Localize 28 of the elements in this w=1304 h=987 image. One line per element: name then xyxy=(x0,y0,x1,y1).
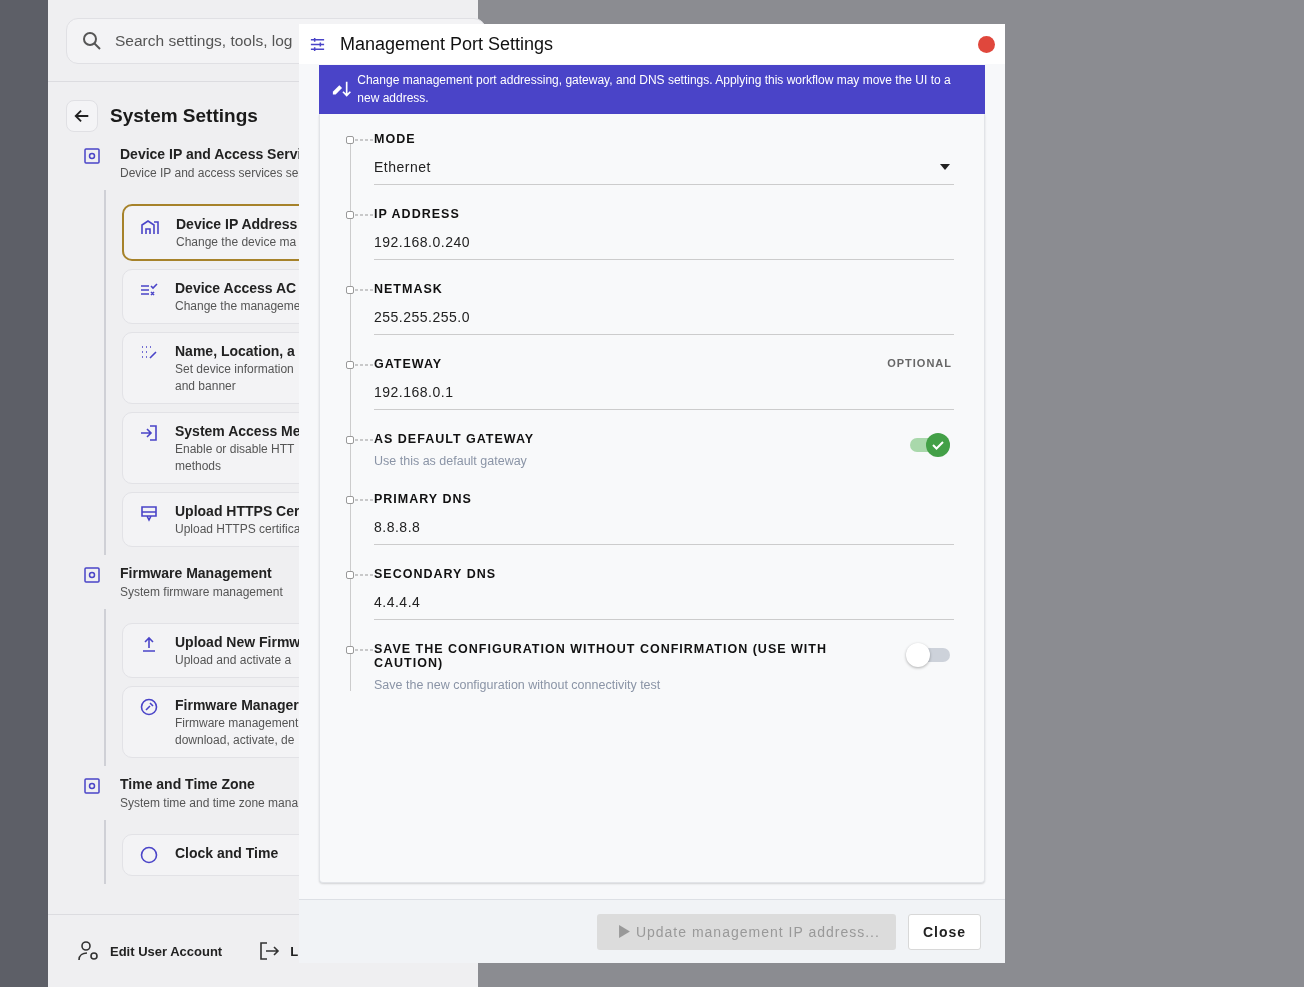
section-description: Device IP and access services se xyxy=(120,166,300,180)
card-description: Upload HTTPS certifica xyxy=(175,522,301,536)
card-title: Clock and Time xyxy=(175,845,279,861)
card-description: Change the manageme xyxy=(175,299,301,313)
card-title: Upload New Firmw xyxy=(175,634,301,650)
card-description: download, activate, de xyxy=(175,733,296,747)
card-title: System Access Me xyxy=(175,423,301,439)
card-title: Name, Location, a xyxy=(175,343,295,359)
card-title: Upload HTTPS Cer xyxy=(175,503,301,519)
card-title: Device Access AC xyxy=(175,280,298,296)
card-description: Enable or disable HTT xyxy=(175,442,296,456)
card-title: Device IP Address xyxy=(176,216,298,232)
optional-hint: OPTIONAL xyxy=(887,357,953,371)
panel-title: System Settings xyxy=(110,105,258,127)
field-label: SECONDARY DNS xyxy=(374,567,497,581)
section-description: System time and time zone mana xyxy=(120,796,299,810)
card-description: Set device information xyxy=(175,362,295,376)
card-title: Firmware Manager xyxy=(175,697,299,713)
field-label: MODE xyxy=(374,132,416,146)
section-title: Firmware Management xyxy=(120,565,273,581)
card-description: methods xyxy=(175,459,223,473)
card-description: and banner xyxy=(175,379,237,393)
section-title: Time and Time Zone xyxy=(120,776,256,792)
section-description: System firmware management xyxy=(120,585,283,599)
card-description: Firmware management xyxy=(175,716,299,730)
card-description: Change the device ma xyxy=(176,235,298,249)
card-description: Upload and activate a xyxy=(175,653,293,667)
banner-text: Change management port addressing, gateway, and DNS settings. Applying this workflow may move the UI to a new address. xyxy=(357,72,952,107)
